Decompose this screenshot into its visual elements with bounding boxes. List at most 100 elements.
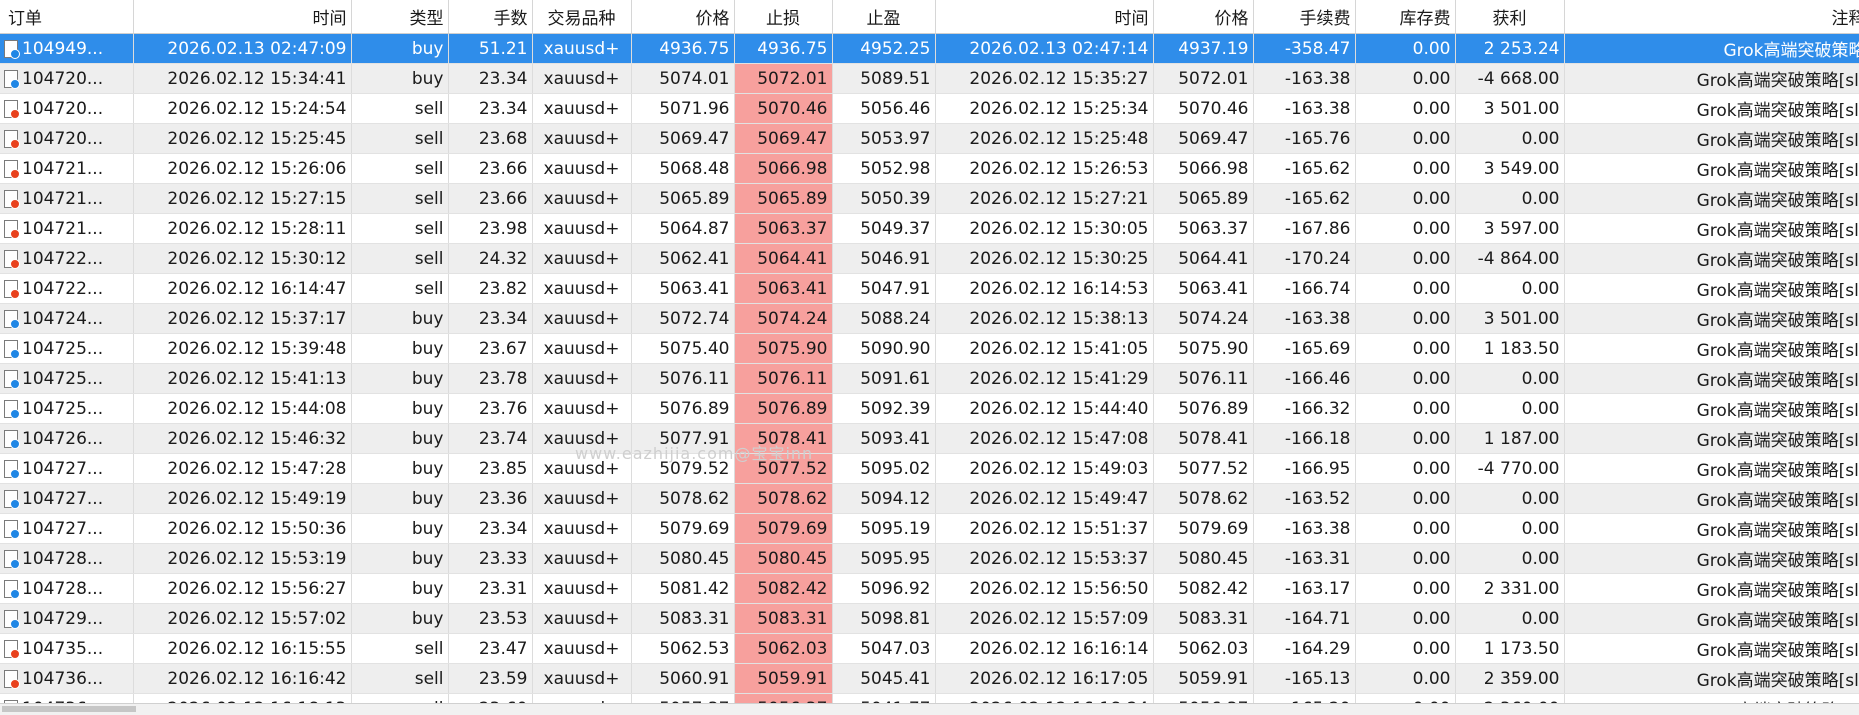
cell-open-time: 2026.02.12 15:49:19 <box>133 483 352 514</box>
cell-tp: 5052.98 <box>832 153 936 184</box>
cell-type: sell <box>351 93 449 124</box>
scrollbar-thumb[interactable] <box>2 706 136 712</box>
cell-tp: 5095.19 <box>832 513 936 544</box>
cell-commission: -170.24 <box>1253 243 1356 274</box>
sell-deal-icon <box>4 639 20 659</box>
cell-symbol: xauusd+ <box>532 573 632 604</box>
table-row[interactable]: 104725... 2026.02.12 15:41:13 buy 23.78 xauu… <box>0 363 1859 394</box>
cell-type: sell <box>351 663 449 694</box>
table-row[interactable]: 104721... 2026.02.12 15:28:11 sell 23.98 xau… <box>0 213 1859 244</box>
table-row[interactable]: 104728... 2026.02.12 15:53:19 buy 23.33 xauu… <box>0 543 1859 574</box>
cell-sl: 5077.52 <box>734 453 833 484</box>
table-row[interactable]: 104736... 2026.02.12 16:16:42 sell 23.59 xau… <box>0 663 1859 694</box>
cell-commission: -166.95 <box>1253 453 1356 484</box>
cell-lots: 23.47 <box>448 633 533 664</box>
cell-symbol: xauusd+ <box>532 333 632 364</box>
deal-direction-dot-icon <box>10 468 20 479</box>
cell-close-time: 2026.02.12 15:25:48 <box>935 123 1154 154</box>
col-header-commission[interactable]: 手续费 <box>1253 0 1356 34</box>
cell-close-price: 5069.47 <box>1153 123 1254 154</box>
cell-open-time: 2026.02.12 15:24:54 <box>133 93 352 124</box>
cell-close-price: 5079.69 <box>1153 513 1254 544</box>
cell-sl: 5062.03 <box>734 633 833 664</box>
sell-deal-icon <box>4 249 20 269</box>
cell-open-time: 2026.02.12 15:37:17 <box>133 303 352 334</box>
table-row[interactable]: 104728... 2026.02.12 15:56:27 buy 23.31 xauu… <box>0 573 1859 604</box>
table-row[interactable]: 104720... 2026.02.12 15:24:54 sell 23.34 xau… <box>0 93 1859 124</box>
cell-open-time: 2026.02.12 16:15:55 <box>133 633 352 664</box>
table-row[interactable]: 104721... 2026.02.12 15:26:06 sell 23.66 xau… <box>0 153 1859 184</box>
cell-tp: 5095.95 <box>832 543 936 574</box>
col-header-order[interactable]: 订单 <box>0 0 134 34</box>
buy-deal-icon <box>4 609 20 629</box>
cell-close-time: 2026.02.12 15:30:25 <box>935 243 1154 274</box>
col-header-sl[interactable]: 止损 <box>734 0 833 34</box>
cell-profit: 3 597.00 <box>1455 213 1565 244</box>
order-number: 104722... <box>22 278 104 299</box>
order-cell-content: 104729... <box>4 609 129 629</box>
cell-profit: 0.00 <box>1455 123 1565 154</box>
col-header-close-time[interactable]: 时间 <box>935 0 1154 34</box>
cell-close-time: 2026.02.12 15:35:27 <box>935 63 1154 94</box>
cell-type: buy <box>351 423 449 454</box>
col-header-close-price[interactable]: 价格 <box>1153 0 1254 34</box>
table-row[interactable]: 104720... 2026.02.12 15:25:45 sell 23.68 xau… <box>0 123 1859 154</box>
cell-symbol: xauusd+ <box>532 513 632 544</box>
cell-open-time: 2026.02.12 15:34:41 <box>133 63 352 94</box>
buy-deal-icon <box>4 429 20 449</box>
col-header-open-time[interactable]: 时间 <box>133 0 352 34</box>
order-number: 104721... <box>22 188 104 209</box>
cell-symbol: xauusd+ <box>532 483 632 514</box>
table-row[interactable]: 104721... 2026.02.12 15:27:15 sell 23.66 xau… <box>0 183 1859 214</box>
table-row[interactable]: 104720... 2026.02.12 15:34:41 buy 23.34 xauu… <box>0 63 1859 94</box>
order-number: 104722... <box>22 248 104 269</box>
order-number: 104735... <box>22 638 104 659</box>
deal-direction-dot-icon <box>10 198 20 209</box>
cell-sl: 5080.45 <box>734 543 833 574</box>
cell-tp: 5050.39 <box>832 183 936 214</box>
buy-deal-icon <box>4 549 20 569</box>
table-row[interactable]: 104729... 2026.02.12 15:57:02 buy 23.53 xauu… <box>0 603 1859 634</box>
col-header-type[interactable]: 类型 <box>351 0 449 34</box>
table-row[interactable]: 104726... 2026.02.12 15:46:32 buy 23.74 xauu… <box>0 423 1859 454</box>
order-number: 104736... <box>22 668 104 689</box>
cell-close-price: 5063.37 <box>1153 213 1254 244</box>
cell-price: 5069.47 <box>631 123 735 154</box>
col-header-comment[interactable]: 注释 <box>1564 0 1859 34</box>
cell-sl: 5079.69 <box>734 513 833 544</box>
cell-symbol: xauusd+ <box>532 93 632 124</box>
table-row[interactable]: 104949... 2026.02.13 02:47:09 buy 51.21 xauu… <box>0 33 1859 64</box>
order-cell-content: 104725... <box>4 399 129 419</box>
table-row[interactable]: 104724... 2026.02.12 15:37:17 buy 23.34 xauu… <box>0 303 1859 334</box>
table-row[interactable]: 104722... 2026.02.12 15:30:12 sell 24.32 xau… <box>0 243 1859 274</box>
table-row[interactable]: 104727... 2026.02.12 15:50:36 buy 23.34 xauu… <box>0 513 1859 544</box>
table-row[interactable]: 104722... 2026.02.12 16:14:47 sell 23.82 xau… <box>0 273 1859 304</box>
col-header-price[interactable]: 价格 <box>631 0 735 34</box>
cell-tp: 5089.51 <box>832 63 936 94</box>
cell-swap: 0.00 <box>1355 123 1456 154</box>
deal-direction-dot-icon <box>10 78 20 89</box>
col-header-profit[interactable]: 获利 <box>1455 0 1565 34</box>
col-header-tp[interactable]: 止盈 <box>832 0 936 34</box>
cell-commission: -166.18 <box>1253 423 1356 454</box>
order-number: 104720... <box>22 128 104 149</box>
table-row[interactable]: 104725... 2026.02.12 15:44:08 buy 23.76 xauu… <box>0 393 1859 424</box>
table-row[interactable]: 104735... 2026.02.12 16:15:55 sell 23.47 xau… <box>0 633 1859 664</box>
table-row[interactable]: 104727... 2026.02.12 15:47:28 buy 23.85 xauu… <box>0 453 1859 484</box>
buy-deal-icon <box>4 339 20 359</box>
table-row[interactable]: 104727... 2026.02.12 15:49:19 buy 23.36 xauu… <box>0 483 1859 514</box>
table-row[interactable]: 104725... 2026.02.12 15:39:48 buy 23.67 xauu… <box>0 333 1859 364</box>
col-header-swap[interactable]: 库存费 <box>1355 0 1456 34</box>
cell-sl: 4936.75 <box>734 33 833 64</box>
order-cell-content: 104725... <box>4 339 129 359</box>
col-header-lots[interactable]: 手数 <box>448 0 533 34</box>
cell-symbol: xauusd+ <box>532 213 632 244</box>
cell-price: 5062.41 <box>631 243 735 274</box>
col-header-symbol[interactable]: 交易品种 <box>532 0 632 34</box>
cell-commission: -166.46 <box>1253 363 1356 394</box>
cell-profit: 3 501.00 <box>1455 93 1565 124</box>
cell-close-price: 5070.46 <box>1153 93 1254 124</box>
order-number: 104727... <box>22 518 104 539</box>
horizontal-scrollbar[interactable] <box>0 703 1859 715</box>
cell-order: 104728... <box>0 543 134 574</box>
